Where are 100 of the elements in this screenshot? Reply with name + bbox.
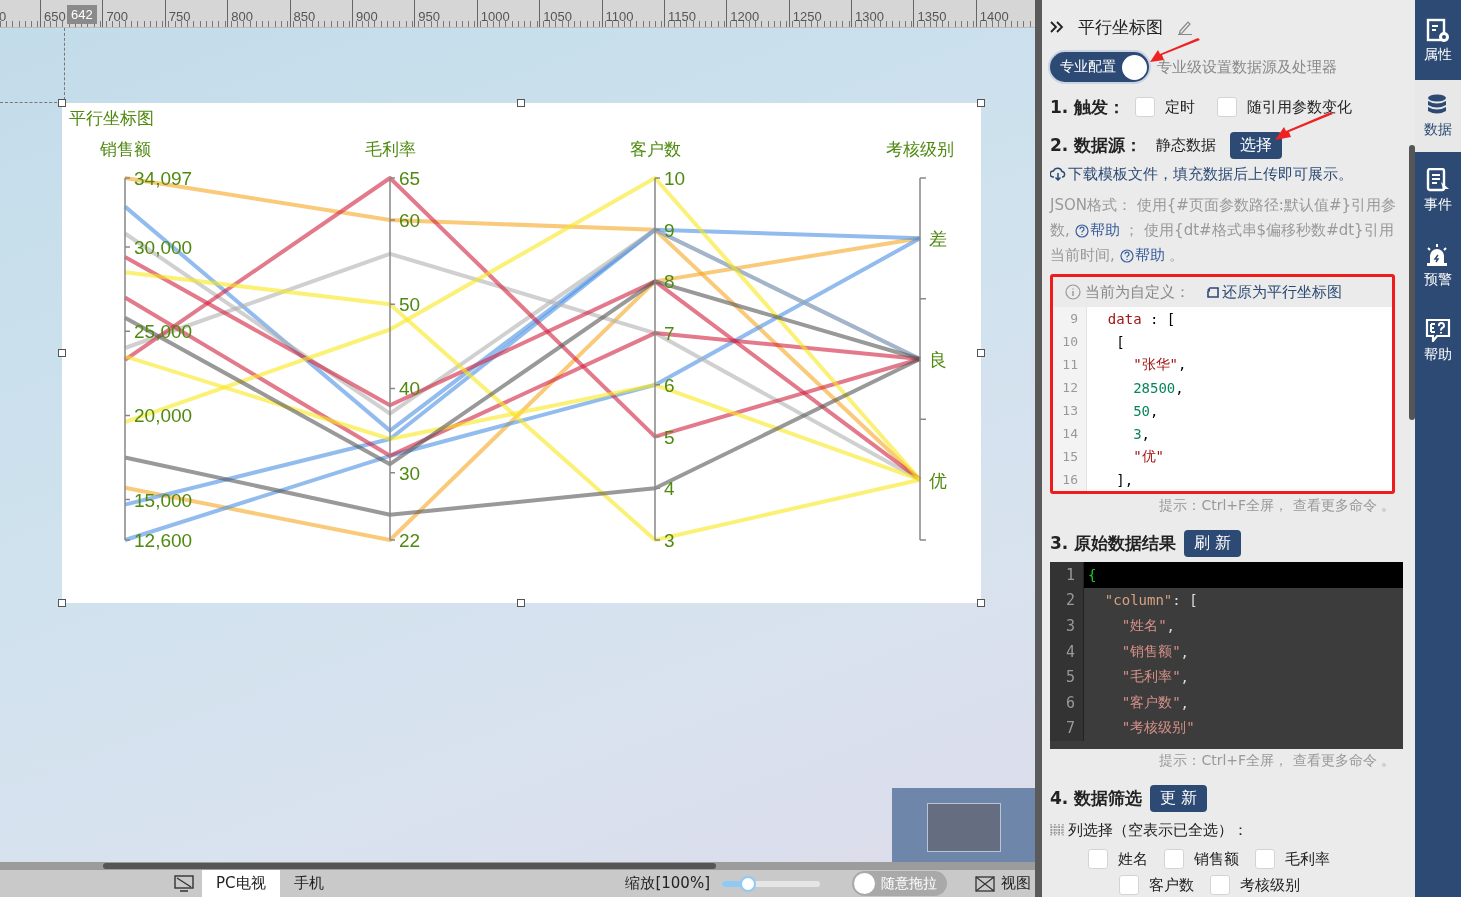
section-label: 3. 原始数据结果 xyxy=(1050,531,1177,555)
line-number: 5 xyxy=(1050,664,1084,690)
line-number: 3 xyxy=(1050,613,1084,639)
axis-tick-label: 良 xyxy=(929,350,947,370)
json-format-help: JSON格式： 使用{#页面参数路径:默认值#}引用参数, 帮助 ； 使用{dt#格式串$偏移秒数#dt}引用当前时间, 帮助 。 xyxy=(1050,195,1398,266)
column-select-label: 列选择（空表示已全选）： xyxy=(1068,820,1248,840)
help-link[interactable]: 帮助 xyxy=(1074,221,1120,239)
editor-hint: 提示：Ctrl+F全屏， 查看更多命令 。 xyxy=(1158,496,1395,515)
ruler-label: 1400 xyxy=(979,9,1009,25)
checkbox-label: 毛利率 xyxy=(1285,849,1330,869)
axis-tick-label: 7 xyxy=(664,323,675,345)
axis-tick-label: 10 xyxy=(664,168,686,189)
custom-notice: 当前为自定义： xyxy=(1085,282,1190,302)
axis-tick-label: 差 xyxy=(929,229,947,250)
line-number: 15 xyxy=(1053,445,1087,468)
checkbox-label: 定时 xyxy=(1165,97,1196,117)
side-nav-item[interactable]: 预警 xyxy=(1415,230,1461,302)
refresh-button[interactable]: 刷 新 xyxy=(1184,529,1242,557)
checkbox-label: 考核级别 xyxy=(1239,875,1300,895)
toggle-description: 专业级设置数据源及处理器 xyxy=(1157,57,1337,77)
axis-tick-label: 60 xyxy=(399,210,421,232)
code-editor[interactable]: 9 data : [ 10 [ 11 "张华", 12 28500, 13 50, 14 3, 15 "优" 16 ], xyxy=(1053,307,1392,491)
code-line: "column": [ xyxy=(1103,591,1199,611)
zoom-label: 缩放[100%] xyxy=(625,874,710,893)
ruler-label: 1200 xyxy=(730,9,760,25)
side-nav-item[interactable]: 帮助 xyxy=(1415,305,1461,377)
code-line: ], xyxy=(1115,471,1134,488)
ruler-label: 850 xyxy=(293,9,316,25)
code-line: "客户数", xyxy=(1120,692,1190,713)
ruler-label: 700 xyxy=(106,9,129,25)
axis-tick-label: 34,097 xyxy=(134,168,193,189)
axis-tick-label: 9 xyxy=(664,219,675,241)
ruler-label: 1300 xyxy=(855,9,884,25)
code-line: 50, xyxy=(1132,402,1159,419)
section-label: 4. 数据筛选 xyxy=(1050,786,1143,810)
checkbox-label: 销售额 xyxy=(1194,849,1239,869)
result-code-editor[interactable]: 1 { 2 "column": [ 3 "姓名", 4 "销售额", 5 "毛利率", 6 "客户数", 7 "考核级别" xyxy=(1050,562,1403,749)
axis-tick-label: 22 xyxy=(399,530,421,551)
pro-config-toggle[interactable]: 专业配置 xyxy=(1050,52,1149,82)
code-line: "优" xyxy=(1132,447,1164,466)
line-number: 1 xyxy=(1050,562,1084,588)
ruler-label: 800 xyxy=(231,9,253,25)
checkbox-label: 客户数 xyxy=(1148,875,1194,895)
datasource-value: 静态数据 xyxy=(1156,135,1217,155)
axis-title: 客户数 xyxy=(629,139,681,159)
code-line: "毛利率", xyxy=(1120,667,1190,688)
side-nav-item[interactable]: 属性 xyxy=(1415,5,1461,77)
device-tab[interactable]: PC电视 xyxy=(202,870,280,897)
side-nav-item[interactable]: 事件 xyxy=(1415,155,1461,227)
ruler-label: 900 xyxy=(355,9,378,25)
checkbox-label: 随引用参数变化 xyxy=(1247,97,1353,117)
line-number: 16 xyxy=(1053,468,1087,491)
line-number: 13 xyxy=(1053,399,1087,422)
line-number: 4 xyxy=(1050,638,1084,665)
code-line: data : [ xyxy=(1106,310,1176,327)
axis-tick-label: 40 xyxy=(399,378,421,400)
ruler-label: 650 xyxy=(44,9,66,25)
line-number: 9 xyxy=(1053,307,1087,330)
line-number: 11 xyxy=(1053,353,1087,376)
axis-title: 毛利率 xyxy=(364,139,416,159)
axis-tick-label: 4 xyxy=(664,478,675,500)
line-number: 2 xyxy=(1050,587,1084,614)
update-button[interactable]: 更 新 xyxy=(1150,784,1208,812)
ruler-label: 0 xyxy=(0,9,7,25)
code-line: "张华", xyxy=(1132,355,1187,374)
code-line: "考核级别" xyxy=(1120,718,1196,738)
download-template-link[interactable]: 下载模板文件，填充数据后上传即可展示。 xyxy=(1068,164,1353,184)
restore-link[interactable]: 还原为平行坐标图 xyxy=(1206,282,1342,302)
line-number: 12 xyxy=(1053,376,1087,399)
help-link[interactable]: 帮助 xyxy=(1119,246,1165,264)
line-number: 7 xyxy=(1050,715,1084,742)
code-line: "销售额", xyxy=(1120,641,1190,662)
ruler-label: 1250 xyxy=(792,9,822,25)
axis-title: 考核级别 xyxy=(886,139,954,159)
line-number: 6 xyxy=(1050,689,1084,716)
line-number: 14 xyxy=(1053,422,1087,445)
axis-tick-label: 65 xyxy=(399,168,421,189)
code-line: [ xyxy=(1115,333,1125,350)
axis-tick-label: 30,000 xyxy=(134,237,193,258)
select-button[interactable]: 选择 xyxy=(1230,131,1283,159)
side-nav-item[interactable]: 数据 xyxy=(1415,80,1461,152)
axis-tick-label: 15,000 xyxy=(134,489,193,511)
panel-title: 平行坐标图 xyxy=(1078,15,1163,39)
axis-title: 销售额 xyxy=(99,139,151,159)
axis-tick-label: 30 xyxy=(399,462,421,484)
view-label[interactable]: 视图 xyxy=(1001,874,1031,893)
section-label: 2. 数据源： xyxy=(1050,133,1143,157)
axis-tick-label: 50 xyxy=(399,294,421,316)
ruler-label: 950 xyxy=(418,9,441,25)
code-line: "姓名", xyxy=(1120,616,1176,636)
chart-title: 平行坐标图 xyxy=(69,108,154,128)
ruler-label: 1350 xyxy=(917,9,947,25)
device-tab[interactable]: 手机 xyxy=(279,870,338,897)
axis-tick-label: 12,600 xyxy=(134,530,193,551)
ruler-label: 1000 xyxy=(480,9,510,25)
axis-tick-label: 优 xyxy=(929,470,947,491)
editor-hint: 提示：Ctrl+F全屏， 查看更多命令 。 xyxy=(1158,751,1395,770)
ruler-label: 1100 xyxy=(605,9,634,25)
code-line: 3, xyxy=(1132,425,1150,442)
ruler-marker: 642 xyxy=(67,5,97,24)
